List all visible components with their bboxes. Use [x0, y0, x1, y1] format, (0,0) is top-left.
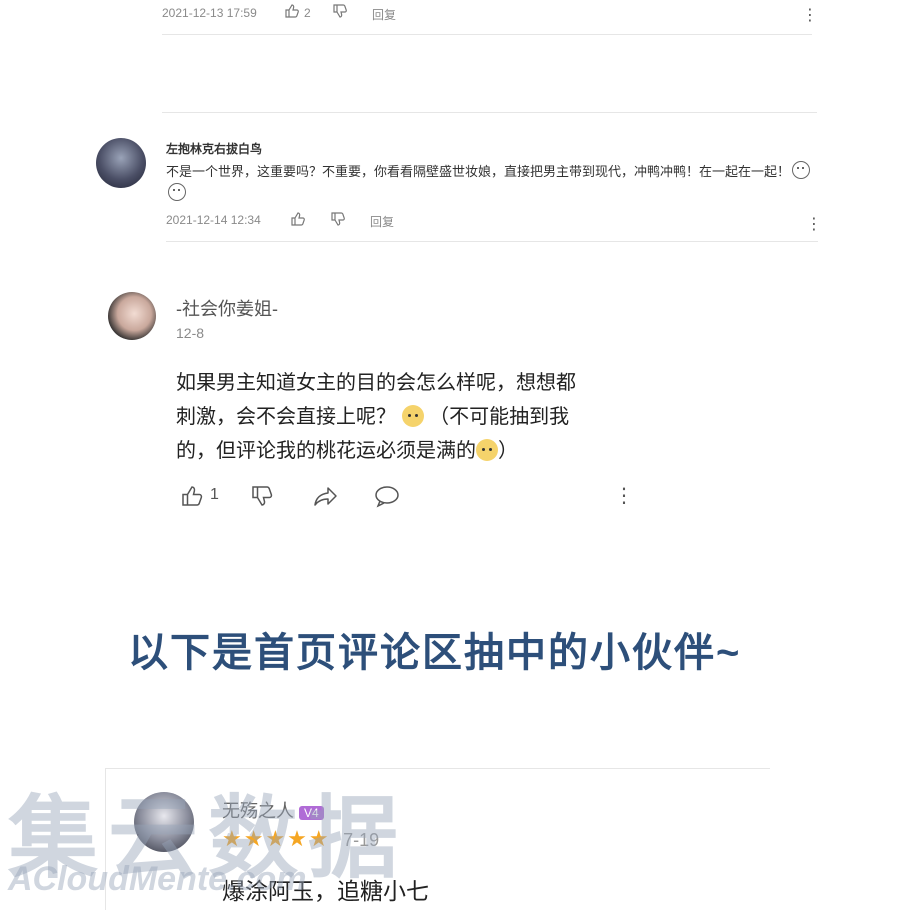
comment-line: 刺激，会不会直接上呢？ （不可能抽到我 [176, 400, 646, 434]
divider [166, 241, 818, 242]
divider [162, 112, 817, 113]
comment-line: 的，但评论我的桃花运必须是满的 ） [176, 434, 646, 468]
comment-line-part: （不可能抽到我 [429, 406, 570, 428]
watermark-url: ACloudMente.com [8, 860, 307, 898]
section-banner: 以下是首页评论区抽中的小伙伴~ [128, 631, 742, 675]
comment-author[interactable]: -社会你姜姐- [176, 295, 278, 321]
doge-emoji-icon [476, 439, 498, 461]
thumbs-down-icon[interactable] [332, 3, 348, 24]
reply-button[interactable]: 回复 [370, 213, 394, 230]
comment-icon[interactable] [374, 484, 400, 513]
thumbs-up-icon[interactable] [284, 3, 300, 24]
comment-line: 如果男主知道女主的目的会怎么样呢，想想都 [176, 372, 576, 394]
share-icon[interactable] [313, 484, 339, 513]
thumbs-down-icon[interactable] [330, 211, 346, 232]
smile-emoji-icon [168, 183, 186, 201]
laughing-emoji-icon [792, 161, 811, 179]
comment-text: 不是一个世界，这重要吗？不重要，你看看隔壁盛世妆娘，直接把男主带到现代，冲鸭冲鸭… [166, 161, 816, 205]
comment-date: 12-8 [176, 325, 205, 341]
comment-author[interactable]: 左抱林克右拔白鸟 [166, 140, 262, 157]
like-count: 2 [304, 6, 311, 20]
avatar[interactable] [108, 292, 156, 340]
thumbs-up-icon[interactable] [180, 484, 204, 513]
avatar[interactable] [96, 138, 146, 188]
thumbs-down-icon[interactable] [250, 484, 274, 513]
comment-date: 2021-12-14 12:34 [166, 213, 261, 227]
thumbs-up-icon[interactable] [290, 211, 306, 232]
comment-text: 如果男主知道女主的目的会怎么样呢，想想都 刺激，会不会直接上呢？ （不可能抽到我… [176, 366, 646, 468]
more-vertical-icon[interactable]: ⋮ [802, 8, 818, 24]
reply-button[interactable]: 回复 [372, 6, 396, 23]
more-vertical-icon[interactable]: ⋮ [806, 217, 822, 233]
comment-line-part: ） [498, 440, 518, 462]
comment-line-part: 刺激，会不会直接上呢？ [176, 406, 396, 428]
more-vertical-icon[interactable]: ⋮ [614, 486, 634, 506]
comment-text-body: 不是一个世界，这重要吗？不重要，你看看隔壁盛世妆娘，直接把男主带到现代，冲鸭冲鸭… [166, 164, 791, 179]
like-count: 1 [210, 486, 219, 503]
doge-emoji-icon [401, 405, 424, 427]
divider [162, 34, 812, 35]
comment-line-part: 的，但评论我的桃花运必须是满的 [176, 440, 476, 462]
comment-date: 2021-12-13 17:59 [162, 6, 257, 20]
